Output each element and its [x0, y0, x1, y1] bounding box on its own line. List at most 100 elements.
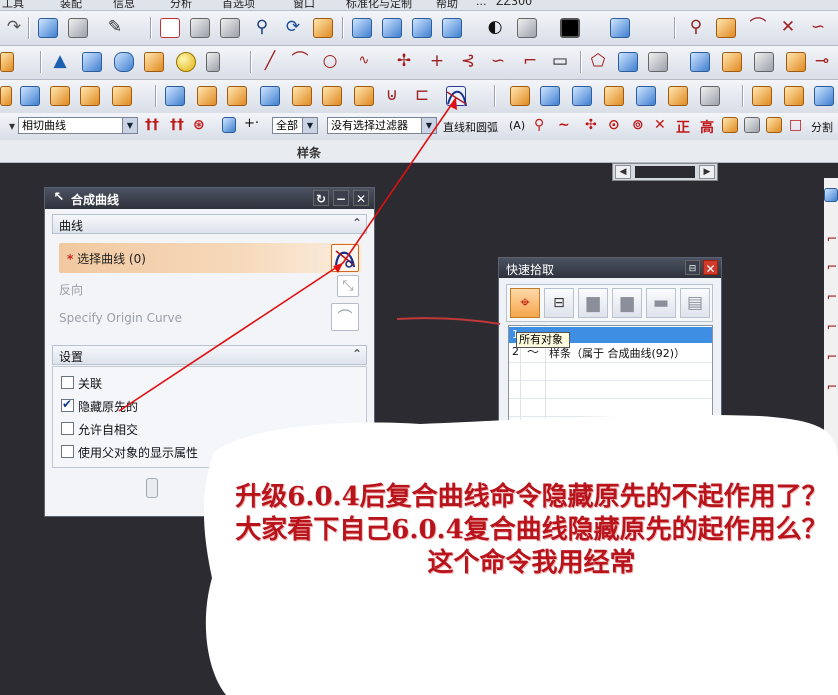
specify-origin-button[interactable]: ⌒	[331, 303, 359, 331]
extrude-icon[interactable]	[20, 86, 40, 106]
quick-pick-title-bar[interactable]: 快速拾取 ⊟ ✕	[499, 258, 721, 278]
swept-icon[interactable]	[690, 52, 710, 72]
endpoint-snap-icon[interactable]: ⚲	[534, 117, 544, 133]
split-label[interactable]: 分割	[811, 119, 833, 135]
cone-icon[interactable]: ▲	[50, 51, 70, 71]
search-icon[interactable]: ⚲	[686, 17, 706, 37]
edge-icon[interactable]	[510, 86, 530, 106]
project-curve-icon[interactable]: ⊏	[412, 85, 432, 105]
measure-icon[interactable]	[716, 18, 736, 38]
cylinder-icon[interactable]	[114, 52, 134, 72]
chevron-up-icon[interactable]: ⌃	[352, 216, 362, 230]
curve-rule-select[interactable]: 相切曲线 ▼	[18, 117, 138, 134]
face-icon[interactable]	[540, 86, 560, 106]
redo-icon[interactable]: ↷	[4, 17, 24, 37]
selection-filter-select[interactable]: 没有选择过滤器 ▼	[327, 117, 437, 134]
studio-surface-icon[interactable]	[754, 52, 774, 72]
bridge-icon[interactable]: ∽	[488, 51, 508, 71]
point-icon[interactable]: ✢	[394, 51, 414, 71]
chevron-up-icon[interactable]: ⌃	[352, 347, 362, 361]
iso-view-icon[interactable]	[412, 18, 432, 38]
menu-preferences[interactable]: 首选项	[222, 0, 255, 10]
reset-icon[interactable]: ↻	[313, 190, 329, 206]
feature-op-icon[interactable]	[0, 86, 12, 106]
components-filter-button[interactable]: ▤	[680, 288, 710, 318]
cross-icon[interactable]: ✕	[778, 17, 798, 37]
arc-tool-icon[interactable]: ⌐	[822, 288, 838, 308]
split-icon[interactable]	[322, 86, 342, 106]
solid-filter-icon[interactable]	[222, 117, 236, 133]
chevron-down-icon[interactable]: ▼	[302, 118, 317, 133]
ok-button[interactable]	[146, 478, 158, 498]
faces-filter-button[interactable]: ▆	[612, 288, 642, 318]
offset-tool-icon[interactable]: ⌐	[822, 378, 838, 398]
use-parent-display-checkbox[interactable]	[61, 445, 74, 458]
quadrant-snap-icon[interactable]: ⊚	[632, 117, 644, 133]
top-view-icon[interactable]	[442, 18, 462, 38]
edit-object-icon[interactable]	[38, 18, 58, 38]
midpoint-snap-icon[interactable]: ∼	[558, 117, 570, 133]
point-tool-icon[interactable]: ⌐	[822, 318, 838, 338]
sketch-icon[interactable]	[0, 52, 14, 72]
composite-curve-icon[interactable]	[446, 86, 466, 106]
revolve-icon[interactable]	[50, 86, 70, 106]
stop-at-icon[interactable]: ⊛	[193, 117, 205, 133]
sphere-icon[interactable]	[176, 52, 196, 72]
snap-point-icon[interactable]: +·	[244, 116, 259, 131]
offset-face-icon[interactable]	[292, 86, 312, 106]
background-icon[interactable]: ◐	[485, 17, 505, 37]
section-view-icon[interactable]	[517, 18, 537, 38]
tangent-snap-icon[interactable]: ††	[170, 117, 184, 133]
spline-tool-icon[interactable]: ⌐	[822, 348, 838, 368]
rotate-icon[interactable]: ⟳	[283, 17, 303, 37]
through-curves-icon[interactable]	[648, 52, 668, 72]
boolean-icon[interactable]	[144, 52, 164, 72]
control-point-icon[interactable]: ✣	[585, 117, 597, 133]
collapse-icon[interactable]: −	[333, 190, 349, 206]
zoom-icon[interactable]: ⚲	[252, 17, 272, 37]
offset-icon[interactable]: ⊰	[458, 51, 478, 71]
curve-analysis-icon[interactable]: ⌒	[748, 17, 768, 37]
scope-select[interactable]: 全部 ▼	[272, 117, 318, 134]
fit-icon[interactable]	[160, 18, 180, 38]
chevron-down-icon[interactable]: ▼	[421, 118, 436, 133]
scroll-thumb[interactable]	[635, 166, 695, 178]
settings-group-header[interactable]: 设置 ⌃	[52, 345, 367, 365]
draft-icon[interactable]	[260, 86, 280, 106]
pattern-icon[interactable]	[206, 52, 220, 72]
unite-icon[interactable]	[636, 86, 656, 106]
polygon-icon[interactable]: ⬠	[588, 51, 608, 71]
rectangle-icon[interactable]: ▭	[550, 51, 570, 71]
intersect-snap-icon[interactable]: ††	[145, 117, 159, 133]
move-face-icon[interactable]	[784, 86, 804, 106]
deviation-icon[interactable]: ∽	[808, 17, 828, 37]
associative-checkbox[interactable]	[61, 376, 74, 389]
subtract-icon[interactable]	[668, 86, 688, 106]
scroll-left-icon[interactable]: ◀	[615, 165, 631, 179]
extension-icon[interactable]	[722, 52, 742, 72]
trim-sheet-icon[interactable]	[786, 52, 806, 72]
menu-analysis[interactable]: 分析	[170, 0, 192, 10]
join-curve-icon[interactable]: ⊍	[382, 85, 402, 105]
menu-standardize[interactable]: 标准化与定制	[346, 0, 412, 10]
sew-icon[interactable]	[572, 86, 592, 106]
menu-info[interactable]: 信息	[113, 0, 135, 10]
allow-self-intersect-checkbox[interactable]	[61, 422, 74, 435]
features-filter-button[interactable]: ▬	[646, 288, 676, 318]
thicken-icon[interactable]	[354, 86, 374, 106]
toolbar-scrollbar[interactable]: ◀ ▶	[612, 163, 718, 181]
select-curve-button[interactable]	[331, 244, 359, 272]
intersect-icon[interactable]	[700, 86, 720, 106]
replace-face-icon[interactable]	[814, 86, 834, 106]
patch-icon[interactable]	[604, 86, 624, 106]
layer-icon[interactable]	[610, 18, 630, 38]
wrench-icon[interactable]: ✎	[105, 17, 125, 37]
shell-icon[interactable]	[227, 86, 247, 106]
surface-icon[interactable]	[618, 52, 638, 72]
blend-icon[interactable]	[112, 86, 132, 106]
curves-filter-button[interactable]: ⊟	[544, 288, 574, 318]
curve-tool-icon[interactable]: ⌐	[822, 230, 838, 250]
styled-sweep-icon[interactable]: ⊸	[812, 51, 832, 71]
law-curve-icon[interactable]: ∿	[354, 51, 374, 71]
wireframe-view-icon[interactable]	[352, 18, 372, 38]
